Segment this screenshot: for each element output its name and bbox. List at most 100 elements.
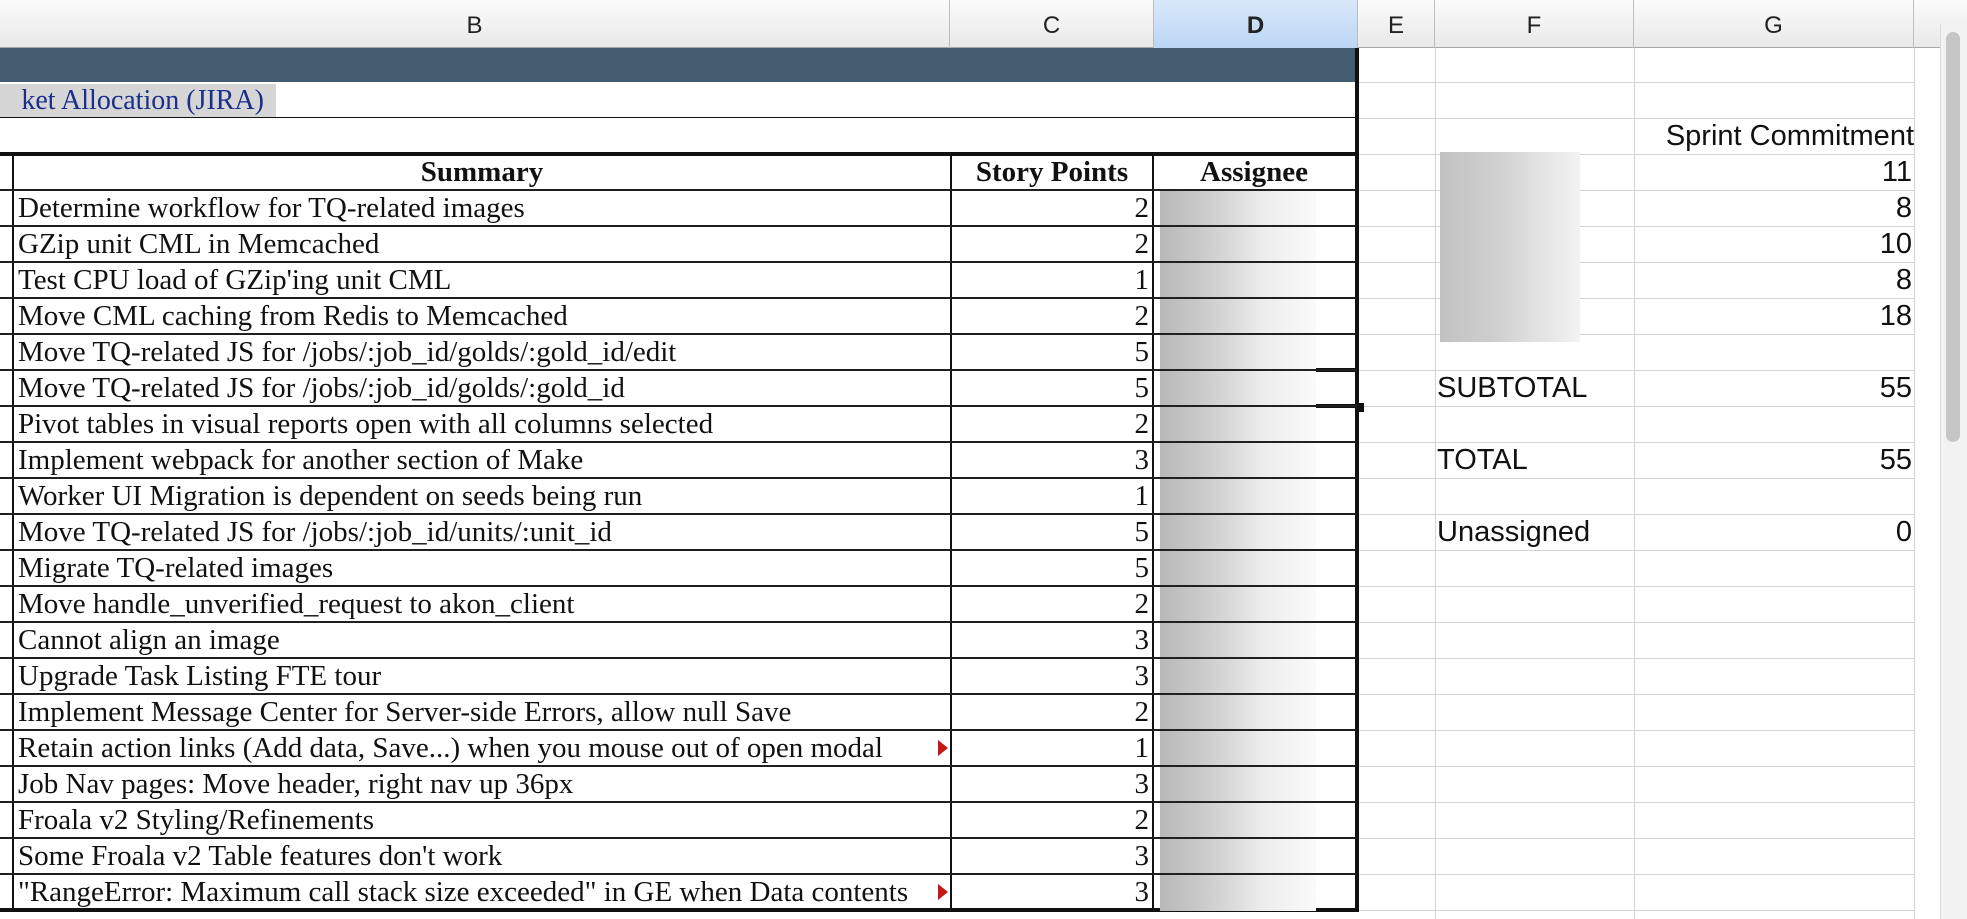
redacted-assignee-cell[interactable] [1160, 407, 1316, 443]
summary-cell[interactable]: "RangeError: Maximum call stack size exc… [18, 874, 948, 910]
story-points-cell[interactable]: 2 [952, 802, 1150, 838]
row-border [0, 117, 1358, 118]
commitment-value[interactable]: 8 [1636, 190, 1912, 226]
commitment-value[interactable]: 10 [1636, 226, 1912, 262]
scrollbar-thumb[interactable] [1946, 32, 1960, 442]
sheet-banner [0, 48, 1358, 82]
redacted-assignee-cell[interactable] [1160, 263, 1316, 299]
summary-cell[interactable]: Froala v2 Styling/Refinements [18, 802, 948, 838]
summary-cell[interactable]: Test CPU load of GZip'ing unit CML [18, 262, 948, 298]
summary-cell[interactable]: Move TQ-related JS for /jobs/:job_id/uni… [18, 514, 948, 550]
subtotal-value[interactable]: 55 [1636, 370, 1912, 406]
story-points-cell[interactable]: 2 [952, 190, 1150, 226]
summary-cell[interactable]: GZip unit CML in Memcached [18, 226, 948, 262]
summary-cell[interactable]: Some Froala v2 Table features don't work [18, 838, 948, 874]
story-points-cell[interactable]: 2 [952, 586, 1150, 622]
summary-cell[interactable]: Implement webpack for another section of… [18, 442, 948, 478]
vertical-scrollbar[interactable] [1940, 24, 1967, 919]
summary-cell[interactable]: Cannot align an image [18, 622, 948, 658]
column-header-b[interactable]: B [0, 0, 950, 48]
summary-cell[interactable]: Worker UI Migration is dependent on seed… [18, 478, 948, 514]
redacted-assignee-cell[interactable] [1160, 299, 1316, 335]
summary-cell[interactable]: Implement Message Center for Server-side… [18, 694, 948, 730]
redacted-assignee-cell[interactable] [1160, 659, 1316, 695]
redacted-assignee-cell[interactable] [1160, 587, 1316, 623]
column-header-f[interactable]: F [1435, 0, 1634, 48]
story-points-cell[interactable]: 1 [952, 478, 1150, 514]
redacted-assignee-cell[interactable] [1160, 335, 1316, 371]
column-header-c[interactable]: C [950, 0, 1154, 48]
grid-line [1358, 694, 1914, 695]
story-points-cell[interactable]: 5 [952, 514, 1150, 550]
jira-link-text[interactable]: ket Allocation (JIRA) [21, 84, 264, 117]
redacted-assignee-cell[interactable] [1160, 515, 1316, 551]
grid-line [1435, 48, 1436, 919]
redacted-assignee-cell[interactable] [1160, 803, 1316, 839]
column-header-e[interactable]: E [1358, 0, 1435, 48]
jira-allocation-link[interactable]: ket Allocation (JIRA) [0, 84, 276, 117]
story-points-cell[interactable]: 1 [952, 262, 1150, 298]
summary-cell[interactable]: Job Nav pages: Move header, right nav up… [18, 766, 948, 802]
story-points-cell[interactable]: 2 [952, 406, 1150, 442]
summary-cell[interactable]: Upgrade Task Listing FTE tour [18, 658, 948, 694]
redacted-assignee-cell[interactable] [1160, 695, 1316, 731]
summary-cell[interactable]: Move TQ-related JS for /jobs/:job_id/gol… [18, 370, 948, 406]
summary-cell[interactable]: Retain action links (Add data, Save...) … [18, 730, 948, 766]
story-points-cell[interactable]: 2 [952, 226, 1150, 262]
grid-line [1358, 658, 1914, 659]
grid-line [1914, 48, 1915, 919]
story-points-cell[interactable]: 3 [952, 874, 1150, 910]
grid-line [1358, 550, 1914, 551]
story-points-cell[interactable]: 5 [952, 370, 1150, 406]
total-value[interactable]: 55 [1636, 442, 1912, 478]
sprint-commitment-header: Sprint Commitment [1665, 120, 1914, 152]
redacted-assignee-cell[interactable] [1160, 191, 1316, 227]
commitment-value[interactable]: 18 [1636, 298, 1912, 334]
summary-cell[interactable]: Pivot tables in visual reports open with… [18, 406, 948, 442]
redacted-assignee-cell[interactable] [1160, 839, 1316, 875]
redacted-assignee-cell[interactable] [1160, 371, 1316, 407]
redacted-assignee-names [1440, 152, 1580, 342]
story-points-cell[interactable]: 2 [952, 694, 1150, 730]
redacted-assignee-cell[interactable] [1160, 767, 1316, 803]
story-points-cell[interactable]: 5 [952, 550, 1150, 586]
story-points-cell[interactable]: 3 [952, 766, 1150, 802]
column-header-g[interactable]: G [1634, 0, 1914, 48]
summary-header: Summary [420, 156, 544, 188]
grid-line [1358, 586, 1914, 587]
table-left-border [12, 154, 14, 912]
story-points-cell[interactable]: 3 [952, 622, 1150, 658]
story-points-cell[interactable]: 1 [952, 730, 1150, 766]
story-points-cell[interactable]: 3 [952, 838, 1150, 874]
assignee-header: Assignee [1200, 156, 1308, 188]
summary-cell[interactable]: Determine workflow for TQ-related images [18, 190, 948, 226]
grid-line [1358, 478, 1914, 479]
story-points-cell[interactable]: 3 [952, 658, 1150, 694]
story-points-cell[interactable]: 3 [952, 442, 1150, 478]
commitment-value[interactable]: 11 [1636, 154, 1912, 190]
grid-line [1358, 910, 1914, 911]
grid-line [1358, 802, 1914, 803]
summary-cell[interactable]: Move CML caching from Redis to Memcached [18, 298, 948, 334]
redacted-assignee-cell[interactable] [1160, 479, 1316, 515]
column-header-d[interactable]: D [1154, 0, 1358, 48]
redacted-assignee-cell[interactable] [1160, 623, 1316, 659]
summary-cell[interactable]: Migrate TQ-related images [18, 550, 948, 586]
subtotal-label: SUBTOTAL [1437, 372, 1588, 404]
grid-line [1358, 838, 1914, 839]
redacted-assignee-cell[interactable] [1160, 875, 1316, 911]
text-overflow-marker [938, 740, 948, 756]
summary-cell[interactable]: Move TQ-related JS for /jobs/:job_id/gol… [18, 334, 948, 370]
redacted-assignee-cell[interactable] [1160, 551, 1316, 587]
grid-line [1358, 874, 1914, 875]
story-points-cell[interactable]: 5 [952, 334, 1150, 370]
story-points-cell[interactable]: 2 [952, 298, 1150, 334]
redacted-assignee-cell[interactable] [1160, 443, 1316, 479]
unassigned-value[interactable]: 0 [1636, 514, 1912, 550]
story-points-header: Story Points [975, 156, 1129, 188]
redacted-assignee-cell[interactable] [1160, 731, 1316, 767]
redacted-assignee-cell[interactable] [1160, 227, 1316, 263]
commitment-value[interactable]: 8 [1636, 262, 1912, 298]
summary-cell[interactable]: Move handle_unverified_request to akon_c… [18, 586, 948, 622]
table-right-border [1355, 48, 1359, 912]
